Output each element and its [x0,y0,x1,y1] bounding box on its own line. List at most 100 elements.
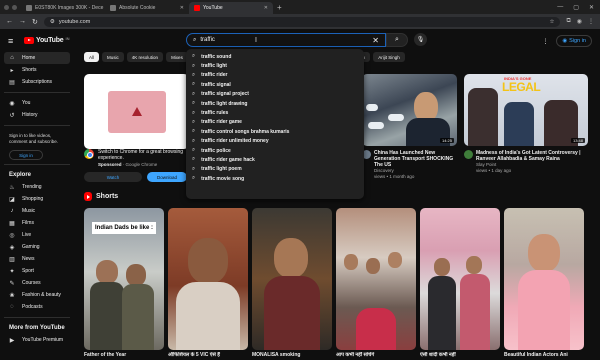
short-title[interactable]: MONALISA smoking [252,352,332,358]
new-tab-icon[interactable]: + [277,3,282,12]
site-info-icon[interactable]: ⚙ [50,19,55,25]
chip-4k-resolution[interactable]: 4K resolution [126,52,164,62]
chip-all[interactable]: All [84,52,100,62]
thumbnail-figure [504,102,534,146]
menu-icon[interactable]: ≡ [8,36,22,46]
reload-icon[interactable]: ↻ [32,18,38,26]
forward-icon[interactable]: → [19,18,26,25]
browser-menu-icon[interactable]: ⋮ [588,18,594,25]
close-icon[interactable]: ✕ [180,5,184,11]
news-icon: ▥ [9,256,15,263]
browser-tab-1[interactable]: E0ST80K Images 300K - Dece ✕ [21,2,105,14]
address-bar[interactable]: ⚙ youtube.com ☆ [43,16,561,27]
search-suggestion[interactable]: ⌕ traffic control songs brahma kumaris [186,127,364,136]
search-suggestion[interactable]: ⌕ traffic rules [186,108,364,117]
video-title[interactable]: China Has Launched New Generation Transp… [374,150,457,168]
sidebar-item-gaming[interactable]: ◈ Gaming [4,241,70,253]
chip-music[interactable]: Music [102,52,124,62]
suggestion-text: traffic light poem [201,166,242,173]
close-window-icon[interactable]: ✕ [589,4,594,11]
short-card[interactable] [420,208,500,350]
search-icon: ⌕ [192,109,196,116]
video-card[interactable]: 14:25 China Has Launched New Generation … [362,74,457,179]
download-button[interactable]: Download [147,172,187,182]
search-suggestion[interactable]: ⌕ traffic rider game [186,118,364,127]
extensions-icon[interactable]: ⧉ [566,18,570,25]
sidebar-item-fashion-beauty[interactable]: ❀ Fashion & beauty [4,289,70,301]
short-card[interactable]: Indian Dads be like : [84,208,164,350]
browser-tab-youtube[interactable]: YouTube ✕ [189,2,273,14]
sidebar-item-live[interactable]: ◎ Live [4,229,70,241]
ad-title-block[interactable]: Switch to Chrome for a great browsing ex… [84,149,189,161]
thumbnail-figure [434,258,450,276]
search-suggestion[interactable]: ⌕ traffic police [186,146,364,155]
search-suggestion[interactable]: ⌕ traffic rider game hack [186,155,364,164]
clear-search-icon[interactable]: ✕ [372,36,379,45]
chip-mixes[interactable]: Mixes [166,52,188,62]
sidebar-sign-in-button[interactable]: Sign in [9,150,43,160]
search-suggestion[interactable]: ⌕ traffic rider unlimited money [186,137,364,146]
sidebar-item-sport[interactable]: ✦ Sport [4,265,70,277]
video-title[interactable]: Madness of India's Got Latent Controvers… [476,150,588,162]
sidebar-item-trending[interactable]: ♨ Trending [4,181,70,193]
sidebar-item-podcasts[interactable]: ◌ Podcasts [4,301,70,313]
video-info: China Has Launched New Generation Transp… [362,150,457,179]
sidebar-item-news[interactable]: ▥ News [4,253,70,265]
search-suggestion[interactable]: ⌕ traffic light drawing [186,99,364,108]
search-suggestion[interactable]: ⌕ traffic signal project [186,90,364,99]
suggestion-text: traffic signal project [201,91,249,98]
short-card[interactable] [252,208,332,350]
search-suggestion[interactable]: ⌕ traffic signal [186,80,364,89]
sidebar-item-films[interactable]: ▦ Films [4,217,70,229]
divider [4,92,70,93]
bookmark-star-icon[interactable]: ☆ [550,19,555,25]
profile-icon[interactable]: ◉ [577,18,582,25]
video-thumbnail[interactable]: 14:25 [362,74,457,146]
sidebar-item-music[interactable]: ♪ Music [4,205,70,217]
search-suggestion[interactable]: ⌕ traffic rider [186,71,364,80]
video-card[interactable]: INDIA'S GONE LEGAL 13:48 Madness of Indi… [464,74,588,173]
chrome-icon [84,149,94,159]
short-title[interactable]: Father of the Year [84,352,164,358]
sidebar-item-courses[interactable]: ✎ Courses [4,277,70,289]
channel-avatar[interactable] [464,150,473,159]
more-options-icon[interactable]: ⋮ [542,38,548,45]
ad-thumbnail[interactable] [84,74,189,149]
back-icon[interactable]: ← [6,18,13,25]
short-title[interactable]: आप कभी नहीं सोचेंगे [336,352,416,358]
search-suggestion[interactable]: ⌕ traffic light poem [186,165,364,174]
short-card[interactable] [168,208,248,350]
short-card[interactable] [336,208,416,350]
short-title[interactable]: ऐसी शादी कभी नहीं [420,352,500,358]
short-title[interactable]: Beautiful Indian Actors Ani [504,352,584,358]
thumbnail-figure [274,238,308,278]
watch-button[interactable]: Watch [84,172,142,182]
sidebar-item-shorts[interactable]: ▸ Shorts [4,64,70,76]
sidebar-item-you[interactable]: ◉ You [4,97,70,109]
search-suggestion[interactable]: ⌕ traffic movie song [186,174,364,183]
search-suggestion[interactable]: ⌕ traffic sound [186,52,364,61]
video-thumbnail[interactable]: INDIA'S GONE LEGAL 13:48 [464,74,588,146]
close-icon[interactable]: ✕ [264,5,268,11]
search-icon: ⌕ [193,36,197,43]
sidebar-item-subscriptions[interactable]: ▤ Subscriptions [4,76,70,88]
sign-in-button[interactable]: ◉ Sign in [556,35,592,47]
chip-arijit-singh[interactable]: Arijit Singh [373,52,405,62]
minimize-icon[interactable]: — [557,4,563,11]
short-card[interactable] [504,208,584,350]
sidebar-item-shopping[interactable]: ◪ Shopping [4,193,70,205]
sidebar-item-youtube-premium[interactable]: ▶ YouTube Premium [4,334,70,346]
youtube-logo[interactable]: YouTube IN [24,36,70,44]
search-suggestion[interactable]: ⌕ traffic light [186,61,364,70]
search-button[interactable]: ⌕ [386,33,408,47]
short-title[interactable]: ऑफिशियल के 5 VIC ऐसे हैं [168,352,248,358]
sidebar-item-home[interactable]: ⌂ Home [4,52,70,64]
window-menu [4,4,17,10]
voice-search-button[interactable]: 🎙 [414,33,427,46]
account-icon: ◉ [562,38,568,44]
search-input[interactable]: ⌕ traffic I ✕ [186,33,386,47]
sidebar-item-history[interactable]: ↺ History [4,109,70,121]
maximize-icon[interactable]: ▢ [573,4,579,11]
browser-tab-2[interactable]: Absolute Cookie ✕ [105,2,189,14]
thumbnail-figure [90,282,124,350]
